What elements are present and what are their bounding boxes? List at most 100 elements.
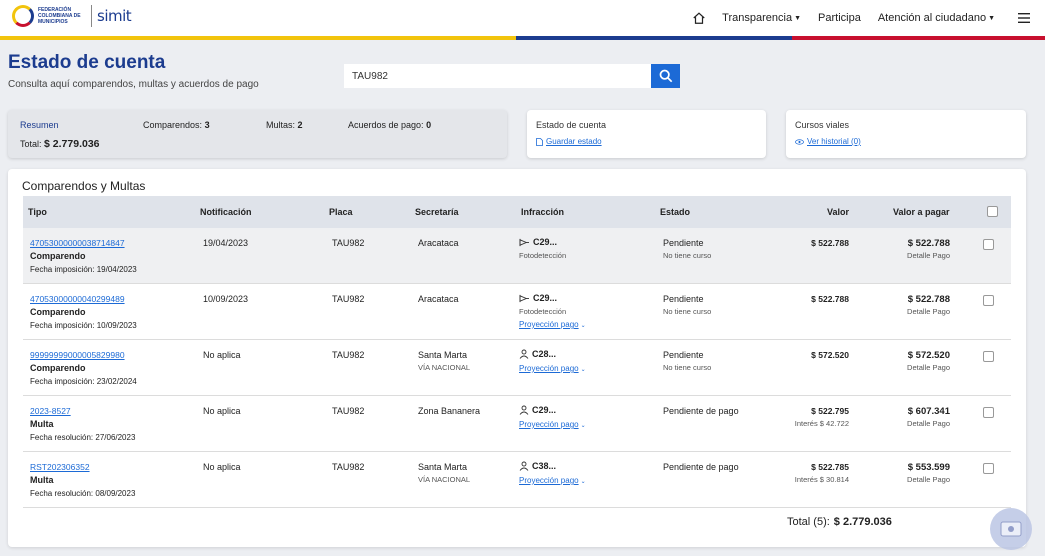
plate-value: TAU982 bbox=[332, 294, 365, 304]
infraction-code: C29... bbox=[519, 405, 556, 415]
document-icon bbox=[536, 137, 543, 146]
search-button[interactable] bbox=[651, 64, 680, 88]
panel-title: Comparendos y Multas bbox=[22, 179, 146, 193]
fine-date: Fecha imposición: 23/02/2024 bbox=[30, 377, 137, 386]
nav-item-atencion[interactable]: Atención al ciudadano ▼ bbox=[878, 12, 995, 24]
payment-detail-link[interactable]: Detalle Pago bbox=[907, 251, 950, 260]
status-sub: No tiene curso bbox=[663, 363, 712, 372]
col-secretaria: Secretaría bbox=[415, 207, 459, 217]
infraction-code: C29... bbox=[519, 237, 557, 247]
chevron-down-icon: ⌄ bbox=[580, 323, 586, 329]
plate-value: TAU982 bbox=[332, 462, 365, 472]
notification-value: 19/04/2023 bbox=[203, 238, 249, 248]
person-icon bbox=[519, 461, 529, 471]
payment-projection-link[interactable]: Proyección pago ⌄ bbox=[519, 364, 586, 373]
card-title: Estado de cuenta bbox=[536, 120, 607, 130]
payment-detail-link[interactable]: Detalle Pago bbox=[907, 307, 950, 316]
person-icon bbox=[519, 349, 529, 359]
col-placa: Placa bbox=[329, 207, 353, 217]
notification-value: No aplica bbox=[203, 462, 241, 472]
save-status-link[interactable]: Guardar estado bbox=[536, 137, 602, 146]
row-checkbox[interactable] bbox=[983, 351, 994, 362]
payment-detail-link[interactable]: Detalle Pago bbox=[907, 363, 950, 372]
status-value: Pendiente bbox=[663, 238, 704, 248]
multas-count: Multas: 2 bbox=[266, 120, 303, 130]
fine-number-link[interactable]: 47053000000040299489 bbox=[30, 294, 125, 304]
page-subtitle: Consulta aquí comparendos, multas y acue… bbox=[8, 79, 259, 90]
row-checkbox[interactable] bbox=[983, 239, 994, 250]
fine-number-link[interactable]: 99999999000005829980 bbox=[30, 350, 125, 360]
payment-projection-link[interactable]: Proyección pago ⌄ bbox=[519, 320, 586, 329]
camera-icon bbox=[519, 238, 529, 246]
status-value: Pendiente de pago bbox=[663, 462, 739, 472]
fine-type: Comparendo bbox=[30, 363, 86, 373]
status-sub: No tiene curso bbox=[663, 251, 712, 260]
value-amount: $ 522.788 bbox=[811, 294, 849, 304]
fine-number-link[interactable]: 2023-8527 bbox=[30, 406, 71, 416]
fine-date: Fecha resolución: 27/06/2023 bbox=[30, 433, 136, 442]
main-nav: Transparencia ▼ Participa Atención al ci… bbox=[692, 0, 1031, 36]
amount-to-pay: $ 522.788 bbox=[907, 238, 950, 249]
site-logo[interactable]: FEDERACIÓN COLOMBIANA DE MUNICIPIOS simi… bbox=[12, 5, 132, 27]
view-history-link[interactable]: Ver historial (0) bbox=[795, 137, 861, 146]
table-row: 47053000000038714847 Comparendo Fecha impo… bbox=[23, 228, 1011, 284]
amount-to-pay: $ 572.520 bbox=[907, 350, 950, 361]
fine-date: Fecha imposición: 10/09/2023 bbox=[30, 321, 137, 330]
value-amount: $ 522.795 bbox=[811, 406, 849, 416]
person-icon bbox=[519, 405, 529, 415]
secretaria-sub: VÍA NACIONAL bbox=[418, 475, 471, 484]
payment-detail-link[interactable]: Detalle Pago bbox=[907, 475, 950, 484]
value-amount: $ 522.788 bbox=[811, 238, 849, 248]
payment-projection-link[interactable]: Proyección pago ⌄ bbox=[519, 420, 586, 429]
amount-to-pay: $ 553.599 bbox=[907, 462, 950, 473]
comparendos-count: Comparendos: 3 bbox=[143, 120, 210, 130]
secretaria-value: Santa Marta bbox=[418, 462, 468, 472]
fine-type: Multa bbox=[30, 419, 54, 429]
summary-label: Resumen bbox=[20, 120, 59, 130]
row-checkbox[interactable] bbox=[983, 295, 994, 306]
plate-search-input[interactable] bbox=[344, 64, 651, 88]
row-checkbox[interactable] bbox=[983, 463, 994, 474]
search-icon bbox=[659, 69, 672, 83]
fine-date: Fecha resolución: 08/09/2023 bbox=[30, 489, 136, 498]
home-icon[interactable] bbox=[692, 11, 706, 25]
notification-value: No aplica bbox=[203, 350, 241, 360]
row-checkbox[interactable] bbox=[983, 407, 994, 418]
col-estado: Estado bbox=[660, 207, 691, 217]
status-value: Pendiente bbox=[663, 350, 704, 360]
nav-item-label: Atención al ciudadano bbox=[877, 12, 987, 24]
payment-projection-link[interactable]: Proyección pago ⌄ bbox=[519, 476, 586, 485]
nav-item-transparencia[interactable]: Transparencia ▼ bbox=[722, 12, 801, 24]
amount-to-pay: $ 607.341 bbox=[907, 406, 950, 417]
fine-type: Comparendo bbox=[30, 307, 86, 317]
logo-divider bbox=[91, 5, 92, 27]
value-amount: $ 522.785 bbox=[811, 462, 849, 472]
fine-number-link[interactable]: 47053000000038714847 bbox=[30, 238, 125, 248]
eye-icon bbox=[795, 138, 804, 145]
nav-item-participa[interactable]: Participa bbox=[818, 12, 861, 24]
interest-amount: Interés $ 42.722 bbox=[794, 419, 849, 428]
fine-number-link[interactable]: RST202306352 bbox=[30, 462, 90, 472]
hamburger-menu-icon[interactable] bbox=[1017, 12, 1031, 24]
flag-stripe bbox=[0, 36, 1045, 40]
accessibility-widget-button[interactable] bbox=[990, 508, 1032, 550]
value-amount: $ 572.520 bbox=[811, 350, 849, 360]
summary-card: Resumen Comparendos: 3 Multas: 2 Acuerdo… bbox=[8, 110, 507, 158]
select-all-checkbox[interactable] bbox=[987, 206, 998, 217]
status-sub: No tiene curso bbox=[663, 307, 712, 316]
summary-total: Total: $ 2.779.036 bbox=[20, 138, 100, 150]
payment-detail-link[interactable]: Detalle Pago bbox=[907, 419, 950, 428]
courses-card: Cursos viales Ver historial (0) bbox=[786, 110, 1026, 158]
secretaria-value: Santa Marta bbox=[418, 350, 468, 360]
infraction-code: C29... bbox=[519, 293, 557, 303]
nav-item-label: Participa bbox=[818, 12, 861, 24]
plate-value: TAU982 bbox=[332, 238, 365, 248]
col-notificacion: Notificación bbox=[200, 207, 252, 217]
table-total: Total (5): $ 2.779.036 bbox=[787, 516, 892, 528]
fines-panel: Comparendos y Multas Tipo Notificación P… bbox=[8, 169, 1026, 547]
account-status-card: Estado de cuenta Guardar estado bbox=[527, 110, 766, 158]
top-navbar: FEDERACIÓN COLOMBIANA DE MUNICIPIOS simi… bbox=[0, 0, 1045, 36]
plate-value: TAU982 bbox=[332, 406, 365, 416]
table-row: 47053000000040299489 Comparendo Fecha impo… bbox=[23, 284, 1011, 340]
notification-value: 10/09/2023 bbox=[203, 294, 249, 304]
